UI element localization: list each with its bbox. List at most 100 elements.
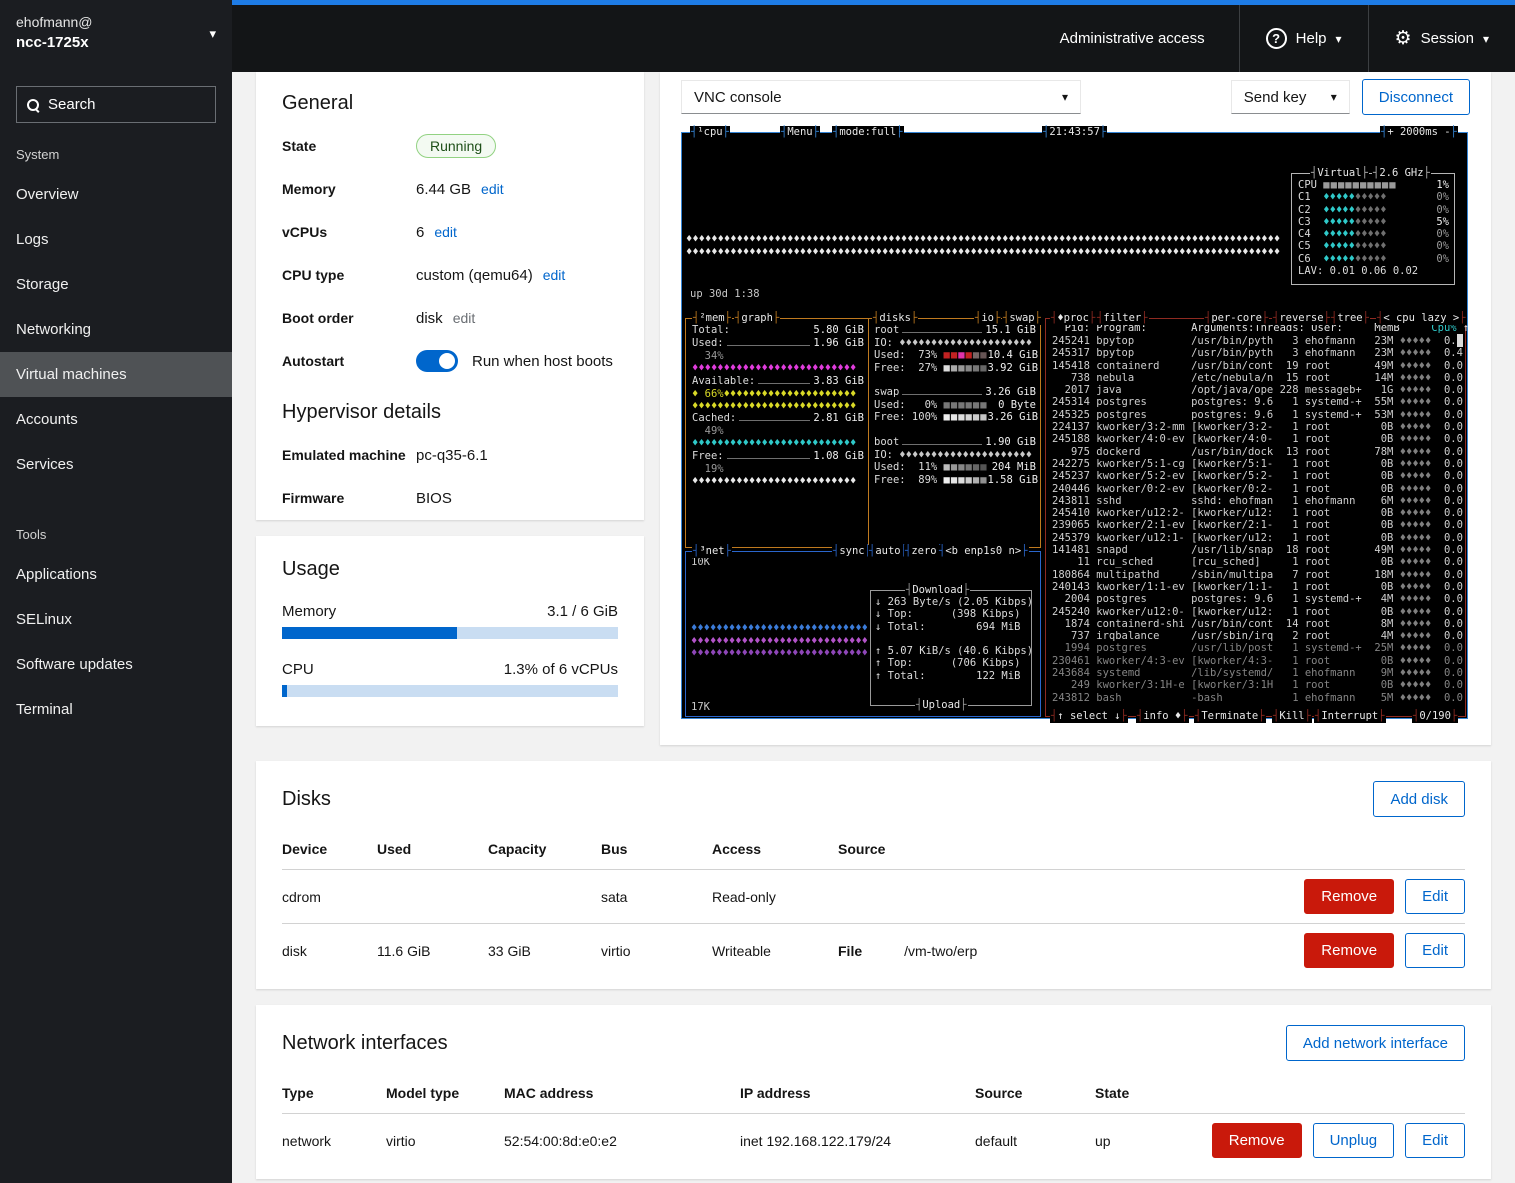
terminal-box-label: ┤io├: [974, 312, 1001, 325]
sidebar-item-overview[interactable]: Overview: [0, 172, 232, 217]
sidebar-item-virtual-machines[interactable]: Virtual machines: [0, 352, 232, 397]
process-row: 240446 kworker/0:2-ev [kworker/0:2- 1 ro…: [1052, 483, 1457, 495]
cell-access: Read-only: [712, 875, 838, 919]
scrollbar-thumb[interactable]: [1457, 334, 1463, 347]
autostart-toggle[interactable]: [416, 350, 458, 372]
search-input[interactable]: Search: [16, 86, 216, 123]
process-row: 245314 postgres postgres: 9.6 1 systemd-…: [1052, 396, 1457, 408]
sidebar-item-software-updates[interactable]: Software updates: [0, 642, 232, 687]
cell-bus: virtio: [601, 929, 712, 973]
table-row: cdromsataRead-onlyRemoveEdit: [282, 869, 1465, 923]
search-icon: [27, 99, 38, 110]
edit-link[interactable]: edit: [481, 181, 504, 197]
search-placeholder: Search: [48, 96, 96, 113]
field-value: BIOS: [416, 490, 452, 507]
masthead: Administrative access ? Help ▾ ⚙ Session…: [232, 0, 1515, 72]
field-value: 6.44 GB: [416, 181, 471, 198]
sidebar-item-storage[interactable]: Storage: [0, 262, 232, 307]
terminal-box-label: ┤Kill├: [1272, 710, 1312, 723]
help-menu[interactable]: ? Help ▾: [1240, 5, 1368, 72]
process-row: 738 nebula /etc/nebula/n 15 root 14M ♦♦♦…: [1052, 372, 1457, 384]
add-network-interface-button[interactable]: Add network interface: [1286, 1025, 1465, 1061]
edit-link[interactable]: edit: [453, 310, 476, 326]
sidebar-item-terminal[interactable]: Terminal: [0, 687, 232, 732]
help-icon: ?: [1266, 28, 1287, 49]
main-content: General State Running Memory6.44 GBeditv…: [232, 72, 1515, 1183]
cell-capacity: [488, 883, 601, 911]
general-panel: General State Running Memory6.44 GBeditv…: [256, 72, 644, 520]
process-row: 245188 kworker/4:0-ev [kworker/4:0- 1 ro…: [1052, 433, 1457, 445]
vnc-terminal[interactable]: ┤¹cpu├┤Menu├┤mode:full├┤21:43:57├┤+ 2000…: [681, 132, 1468, 719]
terminal-box-label: ┤Interrupt├: [1314, 710, 1386, 723]
nic-remove-button[interactable]: Remove: [1212, 1123, 1302, 1158]
sidebar: ehofmann@ ncc-1725x ▾ Search SystemOverv…: [0, 0, 232, 1183]
sidebar-item-accounts[interactable]: Accounts: [0, 397, 232, 442]
general-row: vCPUs6edit: [282, 220, 618, 244]
administrative-access-button[interactable]: Administrative access: [1026, 5, 1239, 72]
cell-state: up: [1095, 1119, 1205, 1163]
process-row: 245317 bpytop /usr/bin/pyth 3 ehofmann 2…: [1052, 347, 1457, 359]
nic-unplug-button[interactable]: Unplug: [1313, 1123, 1395, 1158]
send-key-label: Send key: [1244, 89, 1307, 106]
disk-edit-button[interactable]: Edit: [1405, 879, 1465, 914]
user-menu[interactable]: ehofmann@ ncc-1725x ▾: [0, 0, 232, 72]
general-row: Boot orderdiskedit: [282, 306, 618, 330]
process-row: 243811 sshd sshd: ehofman 1 ehofmann 6M …: [1052, 495, 1457, 507]
terminal-box: ┤♦proc├┤filter├┤per-core├┤reverse├┤tree├…: [1045, 318, 1466, 717]
column-header: Type: [282, 1075, 386, 1113]
general-row: Memory6.44 GBedit: [282, 177, 618, 201]
disk-remove-button[interactable]: Remove: [1304, 933, 1394, 968]
gear-icon: ⚙: [1395, 29, 1412, 48]
chevron-down-icon: ▾: [1331, 90, 1337, 104]
terminal-box-label: ┤Upload├: [915, 699, 968, 712]
sidebar-item-networking[interactable]: Networking: [0, 307, 232, 352]
session-menu[interactable]: ⚙ Session ▾: [1369, 5, 1515, 72]
terminal-box-label: ┤per-core├: [1204, 312, 1269, 325]
terminal-box-label: ┤¹cpu├: [690, 126, 730, 139]
cell-capacity: 33 GiB: [488, 929, 601, 973]
chevron-down-icon: ▾: [1062, 90, 1068, 104]
process-row: 245379 kworker/u12:1- [kworker/u12: 1 ro…: [1052, 532, 1457, 544]
state-label: State: [282, 138, 416, 154]
disk-remove-button[interactable]: Remove: [1304, 879, 1394, 914]
add-disk-button[interactable]: Add disk: [1373, 781, 1465, 817]
terminal-box-label: ┤mode:full├: [832, 126, 904, 139]
process-row: 145418 containerd /usr/bin/cont 19 root …: [1052, 360, 1457, 372]
session-label: Session: [1421, 30, 1474, 47]
process-row: 1874 containerd-shi /usr/bin/cont 14 roo…: [1052, 618, 1457, 630]
edit-link[interactable]: edit: [434, 224, 457, 240]
process-row: 242275 kworker/5:1-cg [kworker/5:1- 1 ro…: [1052, 458, 1457, 470]
nic-edit-button[interactable]: Edit: [1405, 1123, 1465, 1158]
process-row: 245241 bpytop /usr/bin/pyth 3 ehofmann 2…: [1052, 335, 1457, 347]
disk-edit-button[interactable]: Edit: [1405, 933, 1465, 968]
network-interfaces-table: TypeModel typeMAC addressIP addressSourc…: [282, 1075, 1465, 1167]
cockpit-app: ehofmann@ ncc-1725x ▾ Search SystemOverv…: [0, 0, 1515, 1183]
field-label: Firmware: [282, 490, 416, 506]
general-title: General: [282, 92, 618, 115]
sidebar-item-logs[interactable]: Logs: [0, 217, 232, 262]
network-graph: ♦♦♦♦♦♦♦♦♦♦♦♦♦♦♦♦♦♦♦♦♦♦♦♦♦♦♦♦: [691, 647, 867, 659]
cpu-usage-label: CPU: [282, 661, 314, 678]
terminal-box-label: ┤< cpu lazy >├: [1376, 312, 1467, 325]
edit-link[interactable]: edit: [543, 267, 566, 283]
process-row: 245325 postgres postgres: 9.6 1 systemd-…: [1052, 409, 1457, 421]
terminal-box-label: ┤sync├: [832, 545, 872, 558]
disconnect-button[interactable]: Disconnect: [1362, 79, 1470, 115]
uptime-text: up 30d 1:38: [690, 288, 760, 300]
hypervisor-row: FirmwareBIOS: [282, 486, 618, 510]
network-graph: ♦♦♦♦♦♦♦♦♦♦♦♦♦♦♦♦♦♦♦♦♦♦♦♦♦♦♦♦: [691, 622, 867, 634]
cell-model: virtio: [386, 1119, 504, 1163]
column-header: IP address: [740, 1075, 975, 1113]
host-name: ncc-1725x: [16, 34, 216, 51]
cell-access: Writeable: [712, 929, 838, 973]
process-row: 239065 kworker/2:1-ev [kworker/2:1- 1 ro…: [1052, 519, 1457, 531]
process-row: 1994 postgres /usr/lib/post 1 systemd-+ …: [1052, 642, 1457, 654]
sidebar-item-services[interactable]: Services: [0, 442, 232, 487]
send-key-dropdown[interactable]: Send key ▾: [1231, 80, 1350, 114]
terminal-box-label: ┤+ 2000ms -├: [1380, 126, 1458, 139]
disks-panel: Disks Add disk DeviceUsedCapacityBusAcce…: [256, 761, 1491, 989]
sidebar-item-selinux[interactable]: SELinux: [0, 597, 232, 642]
console-type-select[interactable]: VNC console ▾: [681, 80, 1081, 114]
sidebar-item-applications[interactable]: Applications: [0, 552, 232, 597]
process-row: 141481 snapd /usr/lib/snap 18 root 49M ♦…: [1052, 544, 1457, 556]
